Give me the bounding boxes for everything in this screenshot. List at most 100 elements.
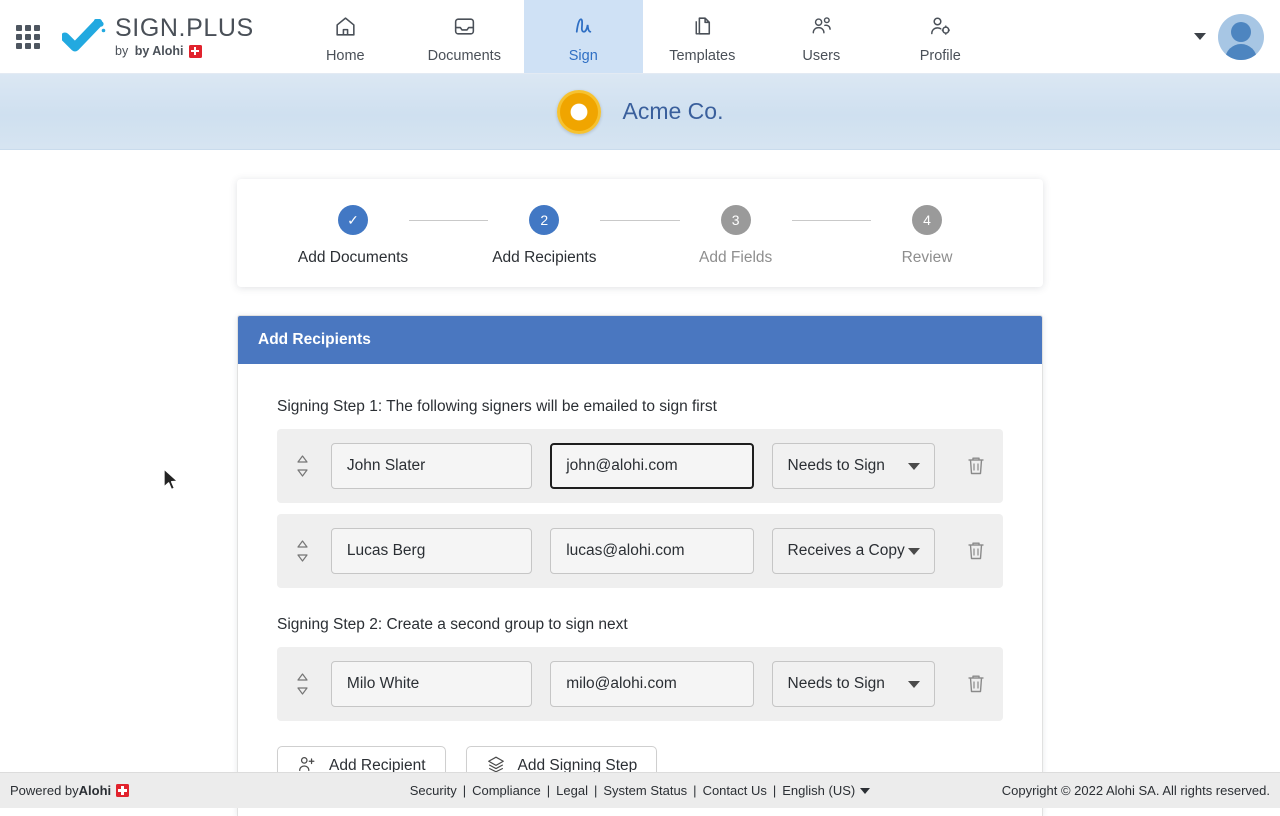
- signing-step-2-label: Signing Step 2: Create a second group to…: [277, 616, 1003, 634]
- swiss-flag-icon: [189, 45, 202, 58]
- page-body: ✓ Add Documents 2 Add Recipients 3 Add F…: [0, 150, 1280, 772]
- recipient-name-input[interactable]: John Slater: [331, 443, 532, 489]
- footer-separator: |: [594, 783, 597, 798]
- signing-step-1-label: Signing Step 1: The following signers wi…: [277, 398, 1003, 416]
- card-body: Signing Step 1: The following signers wi…: [238, 364, 1042, 816]
- footer-link-security[interactable]: Security: [410, 783, 457, 798]
- nav-tab-sign[interactable]: Sign: [524, 0, 643, 73]
- avatar-body: [1225, 44, 1257, 60]
- footer-separator: |: [773, 783, 776, 798]
- trash-icon[interactable]: [965, 454, 987, 478]
- nav-tab-sign-label: Sign: [569, 48, 598, 64]
- apps-grid-icon[interactable]: [0, 0, 56, 73]
- stepper-card: ✓ Add Documents 2 Add Recipients 3 Add F…: [237, 179, 1043, 287]
- recipient-row: Lucas Berg lucas@alohi.com Receives a Co…: [277, 514, 1003, 588]
- nav-tab-templates-label: Templates: [669, 48, 735, 64]
- step-1-label: Add Documents: [298, 249, 408, 267]
- nav-tab-home-label: Home: [326, 48, 365, 64]
- acme-ring-logo-icon: [557, 90, 601, 134]
- recipient-name-input[interactable]: Milo White: [331, 661, 532, 707]
- step-connector-2: [600, 220, 679, 221]
- powered-by: Powered by Alohi: [10, 783, 129, 798]
- apps-grid-dots: [16, 25, 40, 49]
- reorder-updown-icon[interactable]: [293, 671, 313, 697]
- recipient-row: Milo White milo@alohi.com Needs to Sign: [277, 647, 1003, 721]
- step-add-recipients[interactable]: 2 Add Recipients: [488, 205, 600, 267]
- reorder-updown-icon[interactable]: [293, 538, 313, 564]
- recipient-role-value: Receives a Copy: [788, 542, 905, 560]
- mouse-cursor: [163, 468, 181, 499]
- copy-document-icon: [690, 14, 715, 44]
- recipient-role-select[interactable]: Needs to Sign: [772, 661, 935, 707]
- nav-tabs: Home Documents Sign: [286, 0, 1000, 73]
- nav-tab-documents[interactable]: Documents: [405, 0, 524, 73]
- trash-icon[interactable]: [965, 539, 987, 563]
- recipient-role-select[interactable]: Needs to Sign: [772, 443, 935, 489]
- stepper: ✓ Add Documents 2 Add Recipients 3 Add F…: [297, 205, 983, 267]
- footer-links: Security | Compliance | Legal | System S…: [410, 783, 870, 798]
- chevron-down-icon[interactable]: [860, 788, 870, 794]
- organization-name: Acme Co.: [623, 98, 724, 125]
- top-navigation-bar: SIGN.PLUS by by Alohi Home: [0, 0, 1280, 74]
- nav-tab-users-label: Users: [802, 48, 840, 64]
- step-2-label: Add Recipients: [492, 249, 596, 267]
- recipient-email-input[interactable]: milo@alohi.com: [550, 661, 753, 707]
- chevron-down-icon: [908, 548, 920, 555]
- recipient-email-input[interactable]: john@alohi.com: [550, 443, 753, 489]
- brand-name: SIGN.PLUS: [115, 16, 254, 41]
- footer-link-legal[interactable]: Legal: [556, 783, 588, 798]
- powered-by-prefix: Powered by: [10, 783, 79, 798]
- step-4-bubble: 4: [912, 205, 942, 235]
- nav-tab-templates[interactable]: Templates: [643, 0, 762, 73]
- recipient-email-input[interactable]: lucas@alohi.com: [550, 528, 753, 574]
- step-3-bubble: 3: [721, 205, 751, 235]
- nav-tab-home[interactable]: Home: [286, 0, 405, 73]
- nav-tab-profile[interactable]: Profile: [881, 0, 1000, 73]
- nav-right-cluster: [1194, 0, 1280, 73]
- add-recipients-card: Add Recipients Signing Step 1: The follo…: [237, 315, 1043, 816]
- step-connector-1: [409, 220, 488, 221]
- reorder-updown-icon[interactable]: [293, 453, 313, 479]
- footer-language-selector[interactable]: English (US): [782, 783, 855, 798]
- chevron-down-icon: [908, 681, 920, 688]
- chevron-down-icon: [908, 463, 920, 470]
- brand-tagline-text: by: [115, 45, 132, 58]
- recipient-name-input[interactable]: Lucas Berg: [331, 528, 532, 574]
- recipient-role-value: Needs to Sign: [788, 675, 885, 693]
- footer-link-compliance[interactable]: Compliance: [472, 783, 541, 798]
- chevron-down-icon[interactable]: [1194, 33, 1206, 40]
- step-1-bubble: ✓: [338, 205, 368, 235]
- inbox-icon: [452, 14, 477, 44]
- recipient-role-select[interactable]: Receives a Copy: [772, 528, 935, 574]
- footer-separator: |: [547, 783, 550, 798]
- nav-tab-documents-label: Documents: [428, 48, 501, 64]
- step-add-fields[interactable]: 3 Add Fields: [680, 205, 792, 267]
- brand-logo[interactable]: SIGN.PLUS by by Alohi: [56, 0, 254, 73]
- home-icon: [333, 14, 358, 44]
- brand-tagline-alohi: by Alohi: [135, 45, 184, 58]
- nav-tab-profile-label: Profile: [920, 48, 961, 64]
- card-title: Add Recipients: [238, 316, 1042, 364]
- signature-icon: [571, 14, 596, 44]
- avatar-head: [1231, 22, 1251, 42]
- step-2-bubble: 2: [529, 205, 559, 235]
- trash-icon[interactable]: [965, 672, 987, 696]
- step-connector-3: [792, 220, 871, 221]
- footer-link-system-status[interactable]: System Status: [603, 783, 687, 798]
- organization-banner: Acme Co.: [0, 74, 1280, 150]
- user-avatar-icon[interactable]: [1218, 14, 1264, 60]
- footer-separator: |: [693, 783, 696, 798]
- organization-inner: Acme Co.: [557, 90, 724, 134]
- step-add-documents[interactable]: ✓ Add Documents: [297, 205, 409, 267]
- user-gear-icon: [927, 14, 953, 44]
- nav-tab-users[interactable]: Users: [762, 0, 881, 73]
- footer-copyright: Copyright © 2022 Alohi SA. All rights re…: [1002, 783, 1270, 798]
- brand-tagline: by by Alohi: [115, 45, 254, 58]
- signplus-check-icon: [62, 19, 106, 55]
- recipient-role-value: Needs to Sign: [788, 457, 885, 475]
- footer-separator: |: [463, 783, 466, 798]
- content-column: ✓ Add Documents 2 Add Recipients 3 Add F…: [237, 150, 1043, 816]
- step-review[interactable]: 4 Review: [871, 205, 983, 267]
- footer-link-contact-us[interactable]: Contact Us: [703, 783, 767, 798]
- brand-wordmark: SIGN.PLUS by by Alohi: [115, 16, 254, 58]
